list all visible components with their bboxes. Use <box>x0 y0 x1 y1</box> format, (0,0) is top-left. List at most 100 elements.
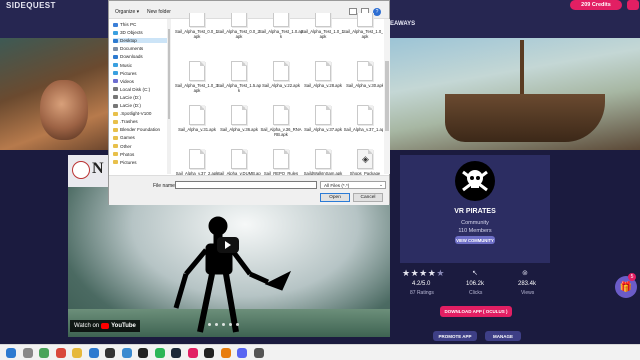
file-icon <box>189 13 205 27</box>
file-item[interactable]: Sail_Alpha_v.37_2.apk <box>175 149 219 175</box>
carousel-dot[interactable] <box>222 323 225 326</box>
files-scroll-thumb[interactable] <box>385 61 389 131</box>
file-item[interactable]: Sail_Alpha_v.36.apk <box>217 105 261 145</box>
nav-item[interactable]: Local Disk (C:) <box>113 87 150 92</box>
file-type-select[interactable]: All Files (*.*) ⌄ <box>320 181 386 189</box>
nav-item[interactable]: .Spotlight-V100 <box>113 111 151 116</box>
nav-item[interactable]: Other <box>113 144 132 149</box>
folder-icon <box>113 87 118 92</box>
unity-icon[interactable] <box>138 348 148 358</box>
file-item[interactable]: Sail_Alpha_Test_1.0_3.apk <box>175 61 219 101</box>
carousel-dots[interactable] <box>208 323 239 326</box>
file-item[interactable]: Sail_Alpha_v.37.apk <box>301 105 345 145</box>
nav-item[interactable]: Music <box>113 63 132 68</box>
carousel-dot[interactable] <box>229 323 232 326</box>
discord-icon[interactable] <box>237 348 247 358</box>
mail-icon[interactable] <box>88 348 99 358</box>
nav-item[interactable]: 3D Objects <box>113 30 143 35</box>
file-icon <box>273 149 289 169</box>
chrome-icon[interactable] <box>39 348 49 358</box>
folder-icon <box>113 46 118 51</box>
file-item[interactable]: Sail_REPO_Rules <box>259 149 303 175</box>
carousel-dot[interactable] <box>236 323 239 326</box>
nav-item[interactable]: Pictures <box>113 71 137 76</box>
view-community-button[interactable]: VIEW COMMUNITY <box>455 236 495 244</box>
nav-scroll-thumb[interactable] <box>168 29 170 119</box>
nav-item[interactable]: Pictures <box>113 160 137 165</box>
nav-item-label: This PC <box>120 22 137 27</box>
nav-item[interactable]: Photos <box>113 152 134 157</box>
file-item[interactable]: ◈ Shops_Package <box>343 149 383 175</box>
cancel-button[interactable]: Cancel <box>353 193 383 202</box>
watch-on-youtube-link[interactable]: Watch on YouTube <box>70 320 140 332</box>
file-name: Sail_Alpha_v.28.apk <box>304 83 342 88</box>
file-item[interactable]: Sail_Alpha_v.30.apk <box>343 61 383 101</box>
chrome-alt-icon[interactable] <box>55 348 66 358</box>
nav-item[interactable]: Downloads <box>113 54 143 59</box>
blender-icon[interactable] <box>220 348 231 358</box>
file-item[interactable]: Sail_Alpha_v.22.apk <box>259 61 303 101</box>
file-icon <box>315 105 331 125</box>
sidequest-icon[interactable] <box>187 348 198 358</box>
spotify-icon[interactable] <box>154 348 165 358</box>
file-item[interactable]: Sail_Alpha_v.36_RNARB.apk <box>259 105 303 145</box>
search-icon[interactable] <box>22 348 33 358</box>
folder-icon <box>113 103 118 108</box>
file-name: Sail_Alpha_Test_0.0_1.apk <box>175 29 220 39</box>
file-item[interactable]: Sail_Alpha_Test_1.0_1.apk <box>301 13 345 47</box>
file-type-value: All Files (*.*) <box>324 182 350 188</box>
oculus-icon[interactable] <box>204 348 214 358</box>
carousel-dot[interactable] <box>215 323 218 326</box>
nav-item-label: Music <box>120 62 132 68</box>
nav-item[interactable]: LaCie (D:) <box>113 103 141 108</box>
nav-giveaways[interactable]: EAWAYS <box>390 21 415 27</box>
nav-item-label: Other <box>120 143 132 149</box>
youtube-label: YouTube <box>111 323 136 329</box>
nav-item[interactable]: LaCie (D:) <box>113 95 141 100</box>
carousel-dot[interactable] <box>208 323 211 326</box>
nav-item[interactable]: Documents <box>113 46 143 51</box>
file-item[interactable]: Sail_Alpha_Test_1.5.apk <box>217 61 261 101</box>
file-item[interactable]: Sail_Alpha_Test_0.0_2.apk <box>217 13 261 47</box>
windows-icon[interactable] <box>6 348 16 358</box>
promote-app-button[interactable]: PROMOTE APP <box>433 331 477 341</box>
nav-item[interactable]: Videos <box>113 79 134 84</box>
open-button[interactable]: Open <box>320 193 350 202</box>
file-icon <box>231 13 247 27</box>
file-item[interactable]: SaildWalkInSam.apk <box>301 149 345 175</box>
file-name-input[interactable] <box>175 181 317 189</box>
file-name: Sail_Alpha_Test_1.0_1.apk <box>301 29 346 39</box>
nav-item[interactable]: Blender Foundation <box>113 127 160 132</box>
file-item[interactable]: Sail_Alpha_Test_0.0_1.apk <box>175 13 219 47</box>
file-item[interactable]: Sail_Alpha_v.DUMB.apk <box>217 149 261 175</box>
file-icon <box>273 105 289 125</box>
site-logo[interactable]: SIDEQUEST <box>6 1 56 10</box>
notification-icon[interactable] <box>627 0 639 10</box>
file-item[interactable]: Sail_Alpha_Test_1.0_2.apk <box>343 13 383 47</box>
nav-item[interactable]: .Trashes <box>113 119 138 124</box>
new-folder-button[interactable]: New folder <box>147 9 171 15</box>
store-icon[interactable] <box>105 348 115 358</box>
nav-item[interactable]: This PC <box>113 22 136 27</box>
file-item[interactable]: Sail_Alpha_v.37_1.apk <box>343 105 383 145</box>
photos-icon[interactable] <box>121 348 132 358</box>
organize-button[interactable]: Organize ▾ <box>115 9 139 15</box>
nav-item-label: Blender Foundation <box>120 127 161 133</box>
taskbar <box>0 344 640 360</box>
credits-badge[interactable]: 209 Credits <box>570 0 622 10</box>
settings-icon[interactable] <box>253 348 264 358</box>
folder-icon <box>113 127 118 132</box>
nav-item[interactable]: Desktop <box>113 38 167 44</box>
watch-on-label: Watch on <box>74 323 100 329</box>
explorer-icon[interactable] <box>72 348 82 358</box>
navigation-pane: This PC 3D Objects Desktop Documents Downloa… <box>109 19 171 174</box>
file-item[interactable]: Sail_Alpha_Test_1.0.apk <box>259 13 303 47</box>
download-app-button[interactable]: DOWNLOAD APP ( OCULUS ) <box>440 306 512 317</box>
nav-item[interactable]: Games <box>113 135 135 140</box>
nav-item-label: Desktop <box>120 38 137 44</box>
steam-icon[interactable] <box>171 348 181 358</box>
video-play-button[interactable] <box>217 237 239 253</box>
file-item[interactable]: Sail_Alpha_v.31.apk <box>175 105 219 145</box>
file-item[interactable]: Sail_Alpha_v.28.apk <box>301 61 345 101</box>
manage-button[interactable]: MANAGE <box>485 331 521 341</box>
